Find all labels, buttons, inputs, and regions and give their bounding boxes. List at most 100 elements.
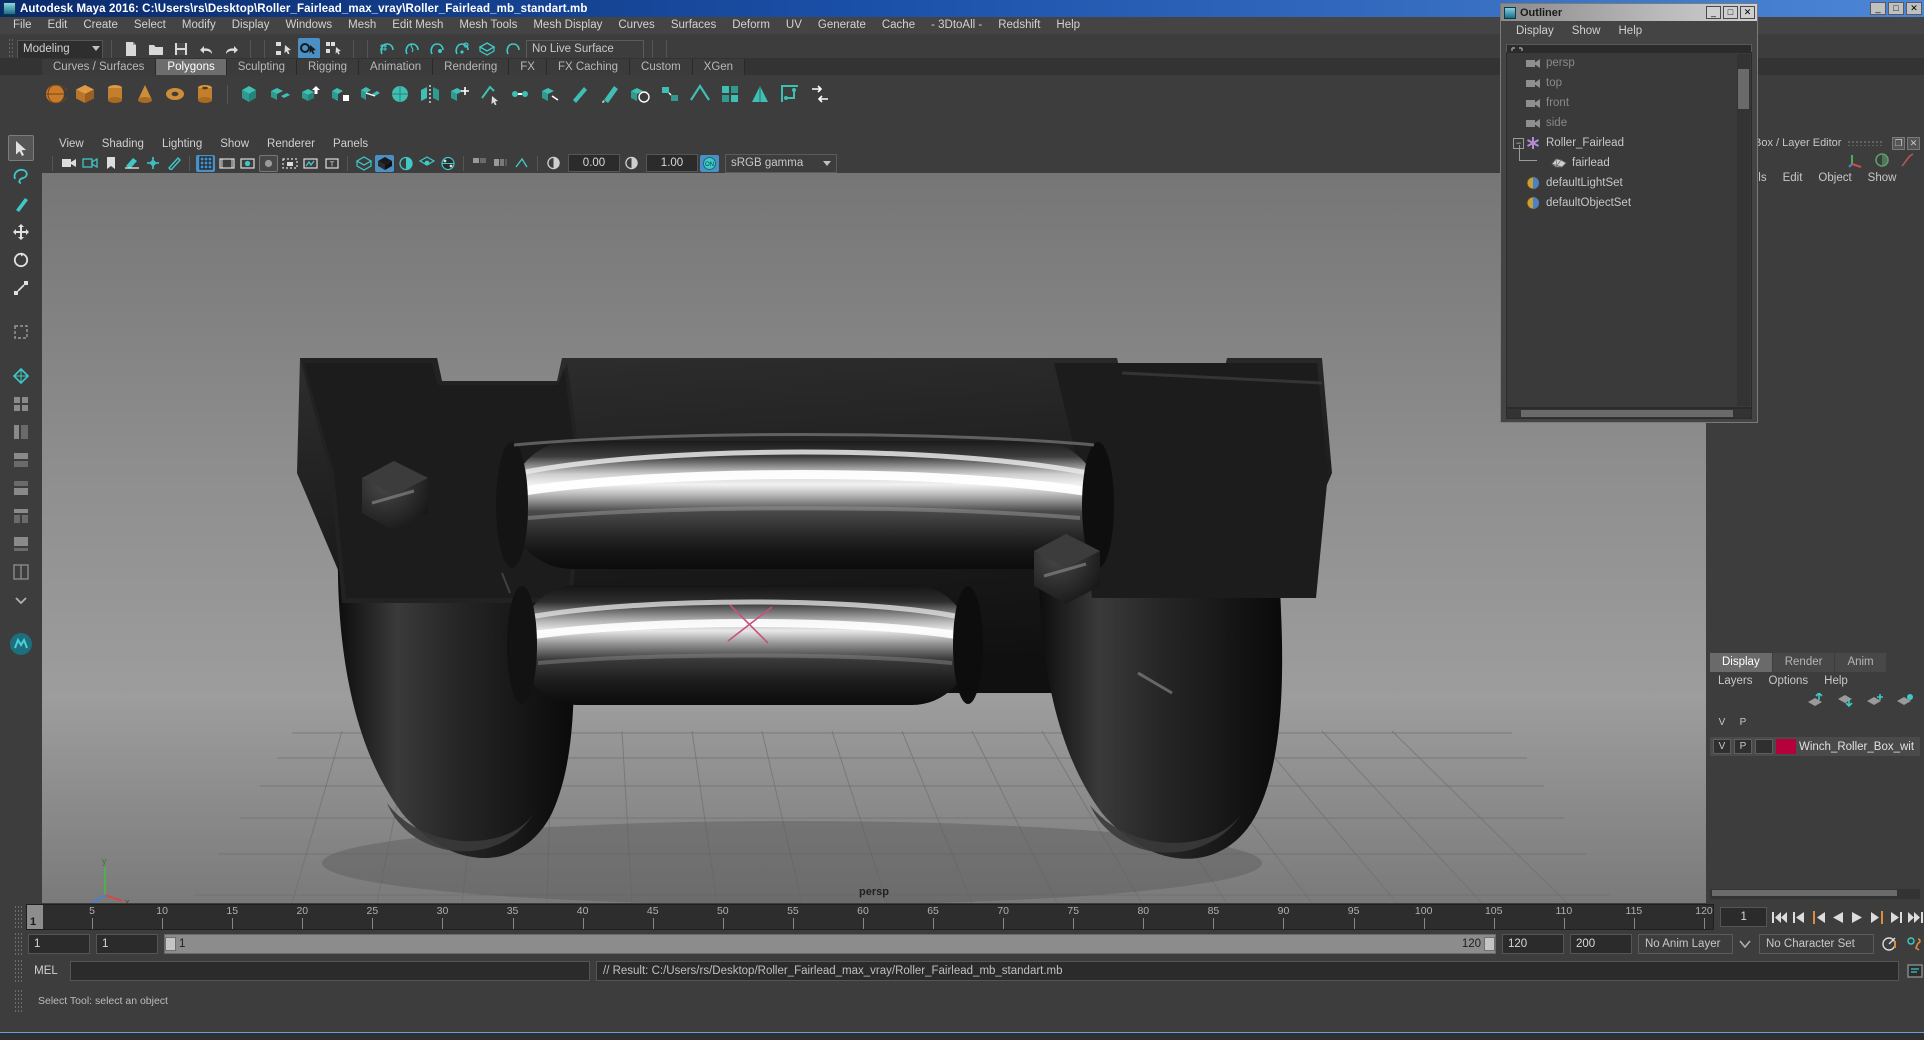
snap-to-projected-center-icon[interactable] — [451, 38, 473, 60]
four-panel-alt-layout-icon[interactable] — [8, 559, 34, 585]
image-plane-icon[interactable] — [122, 155, 141, 172]
gamma-display-icon[interactable] — [544, 155, 563, 172]
snap-to-curve-icon[interactable] — [401, 38, 423, 60]
layer-color-swatch[interactable] — [1776, 739, 1796, 754]
sphere-attr-icon[interactable] — [1874, 152, 1890, 168]
layer-menu-options[interactable]: Options — [1761, 675, 1817, 687]
polygon-cylinder-icon[interactable] — [102, 81, 128, 107]
screen-space-ao-icon[interactable] — [470, 155, 489, 172]
gamma-field-a[interactable]: 0.00 — [568, 154, 620, 172]
paint-select-tool-icon[interactable] — [8, 191, 34, 217]
time-slider-track[interactable]: 1 5 10 15 20 25 30 35 40 45 50 55 60 65 70 75 80 85 90 95 1… — [26, 904, 1714, 930]
help-line-grip[interactable] — [14, 989, 22, 1013]
separate-icon[interactable] — [267, 81, 293, 107]
axis-gizmo-icon[interactable] — [1848, 152, 1864, 168]
mel-input-field[interactable] — [70, 961, 590, 981]
crease-icon[interactable] — [687, 81, 713, 107]
scale-tool-icon[interactable] — [8, 275, 34, 301]
layer-menu-help[interactable]: Help — [1816, 675, 1856, 687]
menu-item-edit[interactable]: Edit — [40, 17, 76, 34]
select-camera-icon[interactable] — [59, 155, 78, 172]
smooth-shading-icon[interactable] — [375, 154, 394, 172]
menu-item-modify[interactable]: Modify — [174, 17, 224, 34]
viewport-menu-renderer[interactable]: Renderer — [258, 135, 324, 153]
outliner-item-front[interactable]: front — [1507, 93, 1751, 113]
grid-toggle-icon[interactable] — [196, 154, 215, 172]
camera-attributes-icon[interactable] — [80, 155, 99, 172]
close-icon[interactable]: ✕ — [1906, 2, 1922, 15]
menu-item-cache[interactable]: Cache — [874, 17, 923, 34]
layer-hscroll-thumb[interactable] — [1712, 890, 1897, 896]
minimize-icon[interactable]: _ — [1870, 2, 1886, 15]
persp-outliner-layout-icon[interactable] — [8, 503, 34, 529]
shelf-tab-rigging[interactable]: Rigging — [297, 59, 360, 75]
make-live-icon[interactable] — [501, 38, 523, 60]
layer-playback-toggle[interactable]: P — [1734, 739, 1752, 754]
outliner-tree[interactable]: persp top front side − Roller_Fairlead fairlea… — [1506, 52, 1752, 408]
step-forward-key-icon[interactable] — [1869, 909, 1884, 926]
new-layer-icon[interactable] — [1866, 693, 1884, 707]
outliner-item-defaultlightset[interactable]: defaultLightSet — [1507, 173, 1751, 193]
move-tool-icon[interactable] — [8, 219, 34, 245]
select-component-icon[interactable] — [323, 38, 345, 60]
range-slider-track[interactable]: 1 120 — [164, 934, 1496, 954]
outliner-item-side[interactable]: side — [1507, 113, 1751, 133]
gate-mask-icon[interactable] — [259, 154, 278, 172]
outliner-vscrollbar[interactable] — [1737, 54, 1750, 406]
multicut-icon[interactable] — [477, 81, 503, 107]
anim-end-field[interactable]: 200 — [1570, 934, 1632, 954]
range-start-thumb[interactable] — [165, 937, 176, 951]
menu-item-generate[interactable]: Generate — [810, 17, 874, 34]
menu-item-uv[interactable]: UV — [778, 17, 810, 34]
snap-to-point-icon[interactable] — [426, 38, 448, 60]
smooth-icon[interactable] — [387, 81, 413, 107]
outliner-persp-layout-icon[interactable] — [8, 419, 34, 445]
grease-pencil-icon[interactable] — [164, 155, 183, 172]
viewport-menu-show[interactable]: Show — [211, 135, 258, 153]
polygon-sphere-icon[interactable] — [42, 81, 68, 107]
mirror-geometry-icon[interactable] — [417, 81, 443, 107]
undock-icon[interactable]: ❐ — [1892, 136, 1905, 150]
new-layer-from-selection-icon[interactable] — [1896, 693, 1914, 707]
transfer-attributes-icon[interactable] — [807, 81, 833, 107]
layer-row[interactable]: V P Winch_Roller_Box_wit — [1710, 737, 1920, 756]
curve-attr-icon[interactable] — [1900, 152, 1916, 168]
shelf-tab-fx-caching[interactable]: FX Caching — [546, 59, 631, 75]
live-surface-field[interactable]: No Live Surface — [526, 39, 644, 59]
triangulate-icon[interactable] — [747, 81, 773, 107]
shaded-wireframe-icon[interactable] — [396, 155, 415, 172]
menu-item-select[interactable]: Select — [126, 17, 174, 34]
snap-to-grid-icon[interactable] — [376, 38, 398, 60]
menu-item-edit-mesh[interactable]: Edit Mesh — [384, 17, 451, 34]
step-back-key-icon[interactable] — [1811, 909, 1826, 926]
redo-icon[interactable] — [220, 38, 242, 60]
contrast-icon[interactable] — [622, 155, 641, 172]
outliner-menu-display[interactable]: Display — [1507, 25, 1563, 37]
gamma-field-b[interactable]: 1.00 — [646, 154, 698, 172]
menu-item-3dtoall[interactable]: - 3DtoAll - — [923, 17, 990, 34]
sculpt-tool-icon[interactable] — [567, 81, 593, 107]
character-set-dropdown[interactable]: No Character Set — [1759, 934, 1874, 954]
range-start-field[interactable]: 1 — [96, 934, 158, 954]
shelf-tab-curves-surfaces[interactable]: Curves / Surfaces — [42, 59, 157, 75]
layer-tab-render[interactable]: Render — [1772, 653, 1835, 672]
play-forwards-icon[interactable] — [1850, 909, 1865, 926]
outliner-item-top[interactable]: top — [1507, 73, 1751, 93]
move-layer-up-icon[interactable] — [1806, 693, 1824, 707]
more-layouts-icon[interactable] — [8, 587, 34, 613]
channelbox-menu-show[interactable]: Show — [1860, 172, 1905, 184]
maximize-icon[interactable]: □ — [1888, 2, 1904, 15]
film-gate-icon[interactable] — [217, 155, 236, 172]
anim-layer-dropdown[interactable]: No Anim Layer — [1638, 934, 1733, 954]
hypershade-persp-layout-icon[interactable] — [8, 475, 34, 501]
menu-item-deform[interactable]: Deform — [724, 17, 778, 34]
polygon-torus-icon[interactable] — [162, 81, 188, 107]
snap-to-view-plane-icon[interactable] — [476, 38, 498, 60]
persp-graph-editor-layout-icon[interactable] — [8, 531, 34, 557]
new-scene-icon[interactable] — [120, 38, 142, 60]
animation-preferences-icon[interactable] — [1880, 936, 1899, 953]
rotate-tool-icon[interactable] — [8, 247, 34, 273]
polygon-pipe-icon[interactable] — [192, 81, 218, 107]
menuset-dropdown[interactable]: Modeling — [17, 39, 103, 59]
combine-icon[interactable] — [237, 81, 263, 107]
